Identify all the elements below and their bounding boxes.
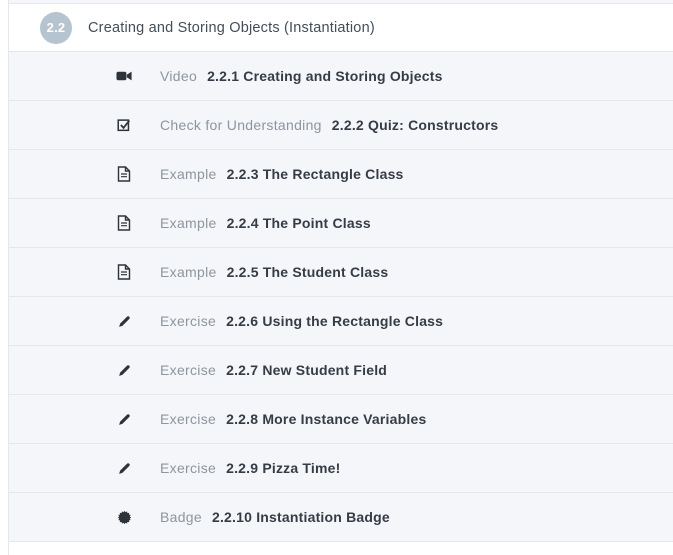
section-number-badge: 2.2 [40,12,72,44]
lesson-row[interactable]: Check for Understanding 2.2.2 Quiz: Cons… [9,101,673,150]
section-header[interactable]: 2.2 Creating and Storing Objects (Instan… [9,4,673,52]
lesson-row[interactable]: Example 2.2.3 The Rectangle Class [9,150,673,199]
lesson-type-label: Example [160,264,217,280]
lesson-title: 2.2.3 The Rectangle Class [227,166,404,182]
lesson-row[interactable]: Example 2.2.5 The Student Class [9,248,673,297]
lesson-row[interactable]: Badge 2.2.10 Instantiation Badge [9,493,673,542]
lesson-list: Video 2.2.1 Creating and Storing Objects… [9,52,673,542]
lesson-type-label: Example [160,166,217,182]
lesson-title: 2.2.9 Pizza Time! [226,460,340,476]
pencil-icon [115,361,133,379]
document-icon [115,214,133,232]
lesson-type-label: Check for Understanding [160,117,322,133]
lesson-type-label: Exercise [160,362,216,378]
badge-icon [115,508,133,526]
document-icon [115,263,133,281]
lesson-type-label: Example [160,215,217,231]
lesson-type-label: Video [160,68,197,84]
video-camera-icon [115,67,133,85]
section-number: 2.2 [47,20,66,35]
section-content: 2.2 Creating and Storing Objects (Instan… [8,0,673,555]
pencil-icon [115,410,133,428]
lesson-title: 2.2.5 The Student Class [227,264,389,280]
lesson-row[interactable]: Exercise 2.2.7 New Student Field [9,346,673,395]
pencil-icon [115,312,133,330]
lesson-title: 2.2.1 Creating and Storing Objects [207,68,443,84]
section-title: Creating and Storing Objects (Instantiat… [88,20,375,36]
lesson-row[interactable]: Exercise 2.2.8 More Instance Variables [9,395,673,444]
pencil-icon [115,459,133,477]
checkbox-checked-icon [115,116,133,134]
lesson-title: 2.2.4 The Point Class [227,215,371,231]
lesson-title: 2.2.10 Instantiation Badge [212,509,390,525]
lesson-type-label: Badge [160,509,202,525]
lesson-title: 2.2.2 Quiz: Constructors [332,117,499,133]
lesson-type-label: Exercise [160,411,216,427]
lesson-type-label: Exercise [160,313,216,329]
lesson-title: 2.2.7 New Student Field [226,362,387,378]
lesson-title: 2.2.6 Using the Rectangle Class [226,313,443,329]
lesson-row[interactable]: Exercise 2.2.6 Using the Rectangle Class [9,297,673,346]
lesson-type-label: Exercise [160,460,216,476]
curriculum-section: 2.2 Creating and Storing Objects (Instan… [0,0,673,555]
lesson-title: 2.2.8 More Instance Variables [226,411,426,427]
lesson-row[interactable]: Example 2.2.4 The Point Class [9,199,673,248]
document-icon [115,165,133,183]
lesson-row[interactable]: Video 2.2.1 Creating and Storing Objects [9,52,673,101]
lesson-row[interactable]: Exercise 2.2.9 Pizza Time! [9,444,673,493]
